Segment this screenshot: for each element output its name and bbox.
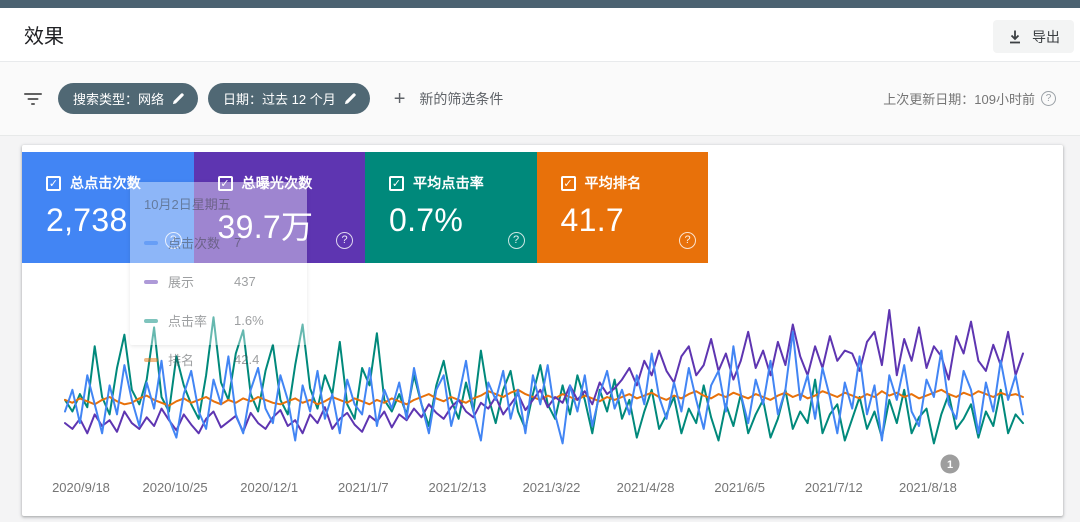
- filter-chip-search-type[interactable]: 搜索类型：网络: [58, 83, 199, 114]
- x-axis-label: 2021/6/5: [714, 480, 765, 495]
- x-axis-label: 2021/4/28: [617, 480, 675, 495]
- download-icon: [1010, 30, 1020, 43]
- page-header: 效果 导出: [0, 8, 1080, 62]
- add-filter-button[interactable]: + 新的筛选条件: [394, 89, 504, 109]
- x-axis-label: 2021/8/18: [899, 480, 957, 495]
- edit-pencil-icon[interactable]: [344, 92, 357, 105]
- help-icon[interactable]: ?: [164, 232, 182, 249]
- performance-panel: ✓ 总点击次数 2,738 ? ✓ 总曝光次数 39.7万 ? ✓ 平均点击率 …: [22, 145, 1063, 516]
- add-filter-label: 新的筛选条件: [419, 90, 504, 107]
- x-axis-label: 2021/1/7: [338, 480, 389, 495]
- card-label: 平均点击率: [413, 175, 484, 191]
- edit-pencil-icon[interactable]: [172, 92, 185, 105]
- app-top-strip: [0, 0, 1080, 8]
- filter-list-icon[interactable]: [24, 92, 42, 106]
- filter-chip-label: 搜索类型：网络: [73, 92, 165, 107]
- export-button-label: 导出: [1032, 28, 1060, 45]
- card-label: 总点击次数: [70, 175, 141, 191]
- export-button[interactable]: 导出: [993, 20, 1074, 53]
- plus-icon: +: [393, 87, 406, 110]
- page-title: 效果: [24, 26, 64, 48]
- x-axis-label: 2021/2/13: [428, 480, 486, 495]
- card-total-impressions[interactable]: ✓ 总曝光次数 39.7万 ?: [193, 152, 365, 263]
- x-axis-label: 2020/9/18: [52, 480, 110, 495]
- help-icon[interactable]: ?: [507, 232, 525, 249]
- x-axis-label: 2021/7/12: [805, 480, 863, 495]
- card-label: 总曝光次数: [241, 175, 313, 191]
- filter-bar: 搜索类型：网络 日期：过去 12 个月 + 新的筛选条件 上次更新日期：109小…: [0, 62, 1080, 136]
- help-icon[interactable]: ?: [336, 232, 353, 249]
- filter-chip-label: 日期：过去 12 个月: [223, 92, 336, 107]
- filter-chip-date-range[interactable]: 日期：过去 12 个月: [208, 83, 370, 114]
- help-icon[interactable]: ?: [1041, 91, 1056, 106]
- last-updated: 上次更新日期：109小时前 ?: [883, 89, 1056, 108]
- card-label: 平均排名: [584, 175, 642, 191]
- card-average-position[interactable]: ✓ 平均排名 41.7 ?: [536, 152, 708, 263]
- checkbox-checked-icon[interactable]: ✓: [46, 175, 61, 191]
- card-average-ctr[interactable]: ✓ 平均点击率 0.7% ?: [365, 152, 537, 263]
- pagination-badge-label: 1: [947, 459, 953, 471]
- checkbox-checked-icon[interactable]: ✓: [560, 175, 576, 191]
- x-axis-label: 2020/12/1: [240, 480, 298, 495]
- performance-line-chart[interactable]: 2020/9/18 2020/10/25 2020/12/1 2021/1/7 2021…: [22, 263, 1063, 516]
- x-axis-label: 2021/3/22: [523, 480, 581, 495]
- help-icon[interactable]: ?: [679, 232, 696, 249]
- card-total-clicks[interactable]: ✓ 总点击次数 2,738 ?: [22, 152, 194, 263]
- metric-cards: ✓ 总点击次数 2,738 ? ✓ 总曝光次数 39.7万 ? ✓ 平均点击率 …: [22, 152, 1063, 263]
- checkbox-checked-icon[interactable]: ✓: [389, 175, 404, 191]
- last-updated-text: 上次更新日期：109小时前: [883, 92, 1035, 107]
- x-axis-label: 2020/10/25: [143, 480, 208, 495]
- checkbox-checked-icon[interactable]: ✓: [217, 175, 233, 191]
